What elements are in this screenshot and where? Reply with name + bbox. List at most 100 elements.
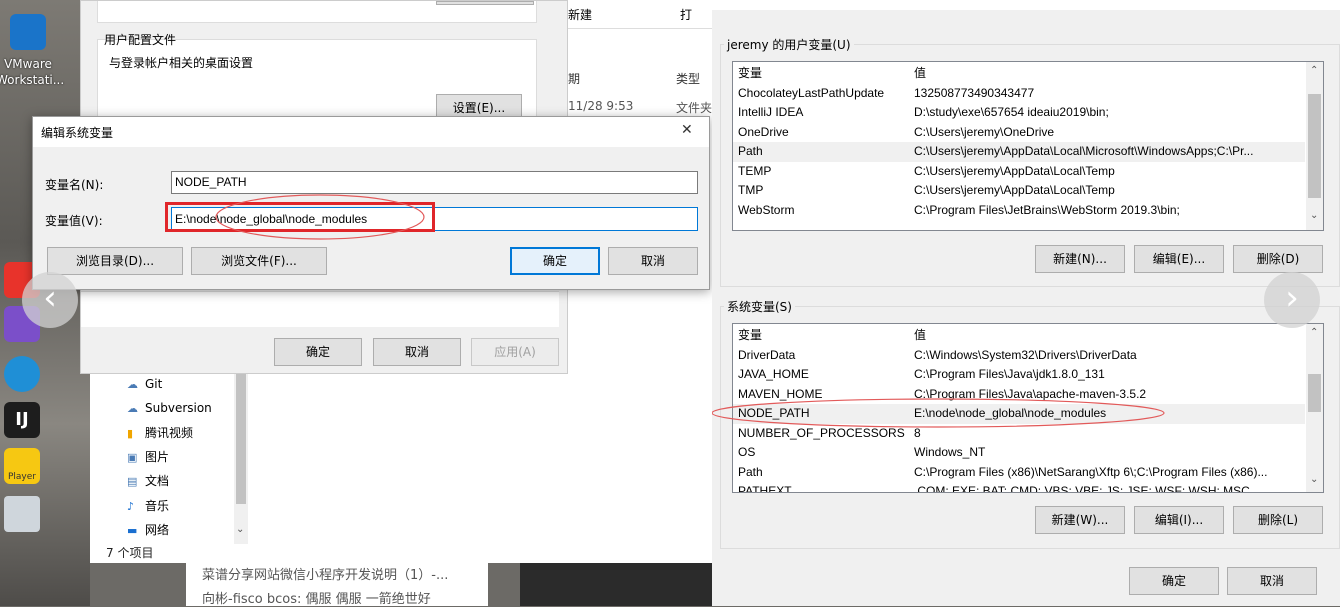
sys-row[interactable]: PATHEXT .COM;.EXE;.BAT;.CMD;.VBS;.VBE;.JS… xyxy=(733,482,1305,493)
user-row-value: C:\Program Files\JetBrains\WebStorm 2019… xyxy=(914,202,1180,217)
profile-ok-button[interactable]: 确定 xyxy=(274,338,362,366)
user-row-value: D:\study\exe\657654 ideaiu2019\bin; xyxy=(914,105,1109,119)
user-row-name: WebStorm xyxy=(738,202,795,217)
vmware-label[interactable]: VMware Workstati... xyxy=(0,56,64,88)
next-slide-button[interactable]: › xyxy=(1264,272,1320,328)
sys-row-value: .COM;.EXE;.BAT;.CMD;.VBS;.VBE;.JS;.JSE;.… xyxy=(914,484,1250,493)
tree-item-label: 图片 xyxy=(145,449,170,464)
sys-row[interactable]: Path C:\Program Files (x86)\NetSarang\Xft… xyxy=(733,463,1305,483)
browse-file-button[interactable]: 浏览文件(F)... xyxy=(191,247,327,275)
sys-row-value: C:\Windows\System32\Drivers\DriverData xyxy=(914,347,1137,362)
variable-value-label: 变量值(V): xyxy=(45,214,103,228)
sys-delete-button[interactable]: 删除(L) xyxy=(1233,506,1323,534)
web-line-1[interactable]: 菜谱分享网站微信小程序开发说明（1）-... xyxy=(202,564,448,583)
intellij-icon[interactable]: IJ xyxy=(4,402,40,438)
sys-row-name: DriverData xyxy=(738,347,796,362)
user-row[interactable]: ChocolateyLastPathUpdate 1325087734903434… xyxy=(733,84,1305,104)
user-new-button[interactable]: 新建(N)... xyxy=(1035,245,1125,273)
tree-item[interactable]: ☁ Subversion xyxy=(127,400,212,417)
tree-item-label: 网络 xyxy=(145,522,170,537)
user-row-name: IntelliJ IDEA xyxy=(738,105,804,119)
user-col-variable[interactable]: 变量 xyxy=(738,64,762,83)
explorer-col-type[interactable]: 类型 xyxy=(676,70,700,87)
sys-col-value[interactable]: 值 xyxy=(914,326,926,345)
user-row[interactable]: WebStorm C:\Program Files\JetBrains\WebSt… xyxy=(733,201,1305,221)
tree-item[interactable]: ▣ 图片 xyxy=(127,449,169,466)
explorer-header-new[interactable]: 新建 xyxy=(568,6,592,23)
web-line-2[interactable]: 向彬-fisco bcos: 偶服 偶服 一箭绝世好 xyxy=(202,588,431,607)
sys-row[interactable]: OS Windows_NT xyxy=(733,443,1305,463)
sys-vars-header: 变量 值 xyxy=(733,326,1305,346)
value-annotation-ellipse xyxy=(215,194,425,240)
edge-icon[interactable] xyxy=(4,356,40,392)
sys-row-name: OS xyxy=(738,445,756,459)
user-row[interactable]: IntelliJ IDEA D:\study\exe\657654 ideaiu2… xyxy=(733,103,1305,123)
explorer-header-open[interactable]: 打 xyxy=(680,6,692,23)
env-cancel-button[interactable]: 取消 xyxy=(1227,567,1317,595)
vmware-icon[interactable] xyxy=(10,14,46,50)
profile-cancel-button[interactable]: 取消 xyxy=(373,338,461,366)
env-ok-button[interactable]: 确定 xyxy=(1129,567,1219,595)
user-edit-button[interactable]: 编辑(E)... xyxy=(1134,245,1224,273)
user-delete-button[interactable]: 删除(D) xyxy=(1233,245,1323,273)
user-col-value[interactable]: 值 xyxy=(914,64,926,83)
tree-item-label: 文档 xyxy=(145,474,170,489)
sys-vars-scrollbar[interactable]: ⌃ ⌄ xyxy=(1306,324,1323,492)
user-row-value: C:\Users\jeremy\AppData\Local\Temp xyxy=(914,163,1115,178)
sys-row[interactable]: DriverData C:\Windows\System32\Drivers\Dr… xyxy=(733,346,1305,366)
prev-slide-button[interactable]: ‹ xyxy=(22,272,78,328)
user-row-name: TMP xyxy=(738,183,764,197)
profile-apply-button[interactable]: 应用(A) xyxy=(471,338,559,366)
user-row-name: TEMP xyxy=(738,163,772,178)
dialog-close-button[interactable]: ✕ xyxy=(681,122,693,138)
dialog-title: 编辑系统变量 xyxy=(41,126,114,140)
tree-item-icon: ♪ xyxy=(127,499,135,513)
sys-col-variable[interactable]: 变量 xyxy=(738,326,762,345)
node-path-annotation-ellipse xyxy=(712,398,1165,428)
tree-item[interactable]: ▮ 腾讯视频 xyxy=(127,425,193,442)
tree-item-icon: ▬ xyxy=(127,523,138,537)
dark-panel xyxy=(520,563,720,606)
player-icon[interactable]: Player xyxy=(4,448,40,484)
explorer-tree-scrollbar[interactable]: ⌄ xyxy=(234,374,248,544)
sys-row-value: C:\Program Files\Java\jdk1.8.0_131 xyxy=(914,367,1105,381)
user-vars-scrollbar[interactable]: ⌃ ⌄ xyxy=(1306,62,1323,230)
tree-item-icon: ☁ xyxy=(127,402,138,416)
dialog-ok-button[interactable]: 确定 xyxy=(510,247,600,275)
user-row-value: C:\Users\jeremy\AppData\Local\Temp xyxy=(914,183,1115,197)
explorer-row-type: 文件夹 xyxy=(676,101,713,115)
user-row-name: ChocolateyLastPathUpdate xyxy=(738,85,885,100)
user-row-name: Path xyxy=(738,144,763,158)
sys-row-value: Windows_NT xyxy=(914,445,986,459)
tree-item-icon: ☁ xyxy=(127,378,138,391)
user-row-value: 132508773490343477 xyxy=(914,85,1035,100)
sys-row-name: PATHEXT xyxy=(738,484,792,493)
tree-item[interactable]: ▬ 网络 xyxy=(127,522,169,539)
dialog-cancel-button[interactable]: 取消 xyxy=(608,247,698,275)
user-row[interactable]: Path C:\Users\jeremy\AppData\Local\Micros… xyxy=(733,142,1305,162)
tree-item-icon: ▮ xyxy=(127,426,134,440)
profile-group-desc: 与登录帐户相关的桌面设置 xyxy=(109,56,254,70)
tree-item[interactable]: ♪ 音乐 xyxy=(127,498,169,515)
sys-row-name: Path xyxy=(738,464,763,479)
sys-edit-button[interactable]: 编辑(I)... xyxy=(1134,506,1224,534)
sys-row[interactable]: JAVA_HOME C:\Program Files\Java\jdk1.8.0_… xyxy=(733,365,1305,385)
tree-item[interactable]: ▤ 文档 xyxy=(127,473,169,490)
tree-item[interactable]: ☁ Git xyxy=(127,376,162,393)
user-row[interactable]: OneDrive C:\Users\jeremy\OneDrive xyxy=(733,123,1305,143)
user-vars-group-title: jeremy 的用户变量(U) xyxy=(724,36,854,53)
environment-variables-window: jeremy 的用户变量(U) 变量 值 ChocolateyLastPathU… xyxy=(712,0,1340,606)
browse-directory-button[interactable]: 浏览目录(D)... xyxy=(47,247,183,275)
explorer-col-date[interactable]: 期 xyxy=(568,70,580,87)
user-row[interactable]: TEMP C:\Users\jeremy\AppData\Local\Temp xyxy=(733,162,1305,182)
explorer-status: 7 个项目 xyxy=(106,546,154,560)
tree-item-icon: ▤ xyxy=(127,475,138,489)
sys-vars-group-title: 系统变量(S) xyxy=(724,298,795,315)
tree-item-icon: ▣ xyxy=(127,450,138,464)
recycle-bin-icon[interactable] xyxy=(4,496,40,532)
dialog-title-bar: 编辑系统变量 ✕ xyxy=(33,117,709,147)
tree-item-label: Subversion xyxy=(145,401,212,416)
tree-item-label: 音乐 xyxy=(145,498,170,513)
user-row[interactable]: TMP C:\Users\jeremy\AppData\Local\Temp xyxy=(733,181,1305,201)
sys-new-button[interactable]: 新建(W)... xyxy=(1035,506,1125,534)
